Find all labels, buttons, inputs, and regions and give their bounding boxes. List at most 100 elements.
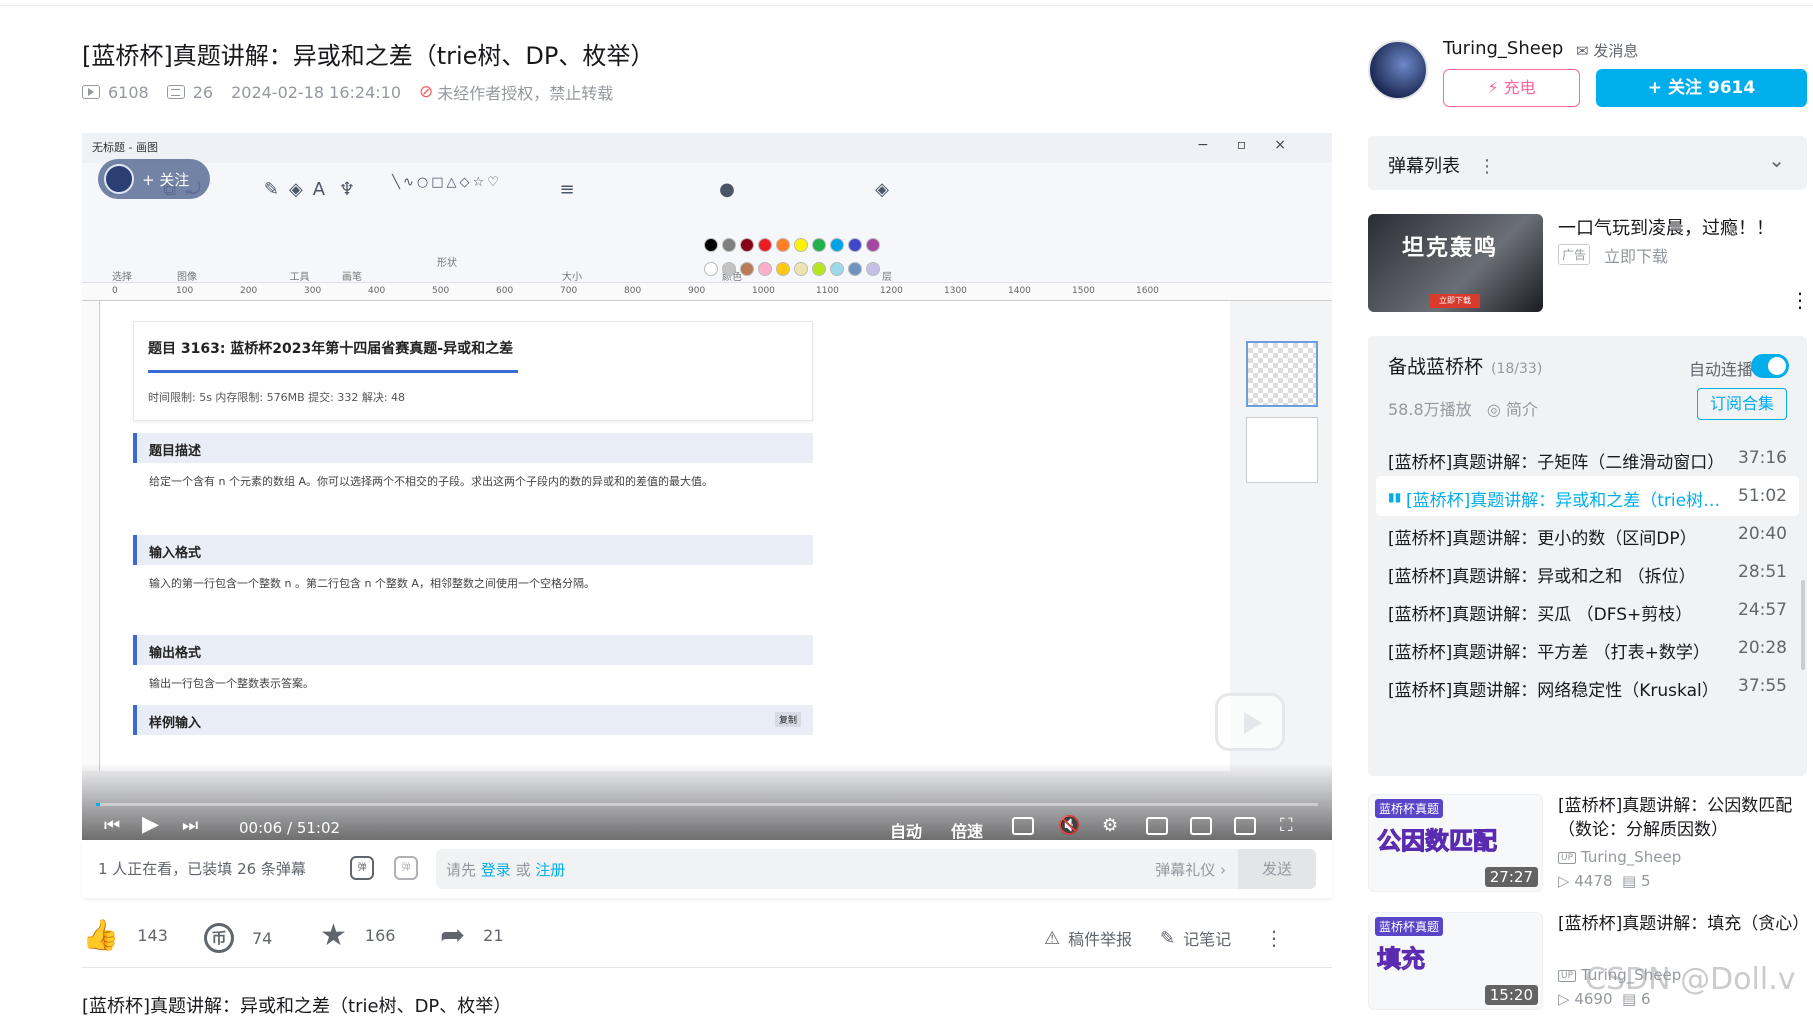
episode-item[interactable]: [蓝桥杯]真题讲解：异或和之和 （拆位） 28:51	[1376, 552, 1799, 592]
recommend-card[interactable]: 蓝桥杯真题 公因数匹配 27:27 [蓝桥杯]真题讲解：公因数匹配（数论：分解质…	[1368, 794, 1807, 904]
ad-thumbnail[interactable]: 坦克轰鸣 立即下载	[1368, 214, 1543, 312]
danmaku-list-panel[interactable]: 弹幕列表 ⋮ ⌄	[1368, 136, 1807, 190]
ad-image-button: 立即下载	[1430, 294, 1480, 308]
notes-button[interactable]: ✎ 记笔记	[1160, 926, 1231, 950]
chevron-down-icon[interactable]: ⌄	[1768, 148, 1785, 172]
danmaku-settings-icon[interactable]: 弹	[394, 856, 418, 880]
ruler-tick: 400	[368, 286, 386, 296]
ruler-tick: 1200	[880, 286, 903, 296]
views-stat: 6108	[82, 83, 149, 102]
ad-download-link[interactable]: 立即下载	[1604, 243, 1668, 267]
color-swatch[interactable]	[848, 262, 862, 276]
uploader-avatar[interactable]	[1368, 40, 1428, 100]
like-button[interactable]: 👍 143	[82, 918, 168, 953]
play-icon[interactable]: ▶	[142, 812, 159, 837]
color-swatch[interactable]	[812, 262, 826, 276]
episode-item[interactable]: [蓝桥杯]真题讲解：平方差 （打表+数学） 20:28	[1376, 628, 1799, 668]
danmaku-switch-icon[interactable]: 弹	[350, 856, 374, 880]
ad-more-icon[interactable]: ⋮	[1790, 288, 1810, 312]
web-fullscreen-icon[interactable]	[1234, 817, 1256, 835]
recommend-uploader[interactable]: UP Turing_Sheep	[1558, 848, 1681, 866]
login-link[interactable]: 登录	[481, 861, 511, 879]
ruler-tick: 0	[112, 286, 118, 296]
play-count-icon	[82, 85, 100, 99]
color-swatch[interactable]	[758, 238, 772, 252]
next-icon[interactable]: ⏭	[182, 815, 198, 836]
color-swatch[interactable]	[866, 238, 880, 252]
collection-stats: 58.8万播放 ◎ 简介	[1388, 396, 1538, 420]
fullscreen-icon[interactable]: ⛶	[1280, 815, 1293, 836]
danmaku-etiquette-link[interactable]: 弹幕礼仪 ›	[1155, 859, 1226, 880]
report-button[interactable]: ⚠ 稿件举报	[1044, 926, 1132, 950]
color-swatch[interactable]	[794, 238, 808, 252]
color-swatch[interactable]	[704, 262, 718, 276]
uploader-name[interactable]: Turing_Sheep	[1443, 38, 1563, 59]
color-swatch[interactable]	[722, 262, 736, 276]
color-swatch[interactable]	[830, 238, 844, 252]
coin-button[interactable]: 币 74	[204, 923, 272, 953]
pip-icon[interactable]	[1146, 817, 1168, 835]
ad-title[interactable]: 一口气玩到凌晨，过瘾！！	[1558, 214, 1774, 240]
publish-date: 2024-02-18 16:24:10	[231, 82, 402, 102]
up-badge-icon: UP	[1558, 969, 1577, 982]
charge-button[interactable]: ⚡ 充电	[1443, 69, 1580, 107]
video-player[interactable]: 无标题 - 画图 −▫× ▭选择 ⧉⤾图像 ✎◈A工具 ♆画笔 ╲∿○□△◇☆♡…	[82, 133, 1332, 840]
recommend-title[interactable]: [蓝桥杯]真题讲解：填充（贪心）	[1558, 912, 1809, 936]
color-swatch[interactable]	[740, 238, 754, 252]
color-swatch[interactable]	[758, 262, 772, 276]
episode-item[interactable]: [蓝桥杯]真题讲解：网络稳定性（Kruskal） 37:55	[1376, 666, 1799, 706]
brush-icon: ♆	[338, 179, 366, 200]
episode-item[interactable]: [蓝桥杯]真题讲解：更小的数（区间DP） 20:40	[1376, 514, 1799, 554]
more-icon[interactable]: ⋮	[1264, 926, 1284, 950]
recommend-thumbnail[interactable]: 蓝桥杯真题 公因数匹配 27:27	[1368, 794, 1543, 892]
collection-intro-link[interactable]: 简介	[1506, 400, 1538, 419]
color-swatch[interactable]	[776, 262, 790, 276]
send-message-link[interactable]: ✉ 发消息	[1576, 40, 1638, 61]
send-button[interactable]: 发送	[1238, 849, 1316, 889]
episode-duration: 37:55	[1738, 676, 1787, 696]
color-swatch[interactable]	[866, 262, 880, 276]
more-options-icon[interactable]: ⋮	[1478, 156, 1496, 177]
color-swatch[interactable]	[740, 262, 754, 276]
color-swatch[interactable]	[830, 262, 844, 276]
ribbon-caption-size: 大小	[562, 272, 582, 283]
episode-item[interactable]: [蓝桥杯]真题讲解：买瓜 （DFS+剪枝） 24:57	[1376, 590, 1799, 630]
copy-sample-button: 复制	[774, 712, 801, 727]
danmaku-input[interactable]: 请先 登录 或 注册 弹幕礼仪 › 发送	[436, 849, 1316, 889]
volume-muted-icon[interactable]: 🔇	[1058, 815, 1080, 836]
share-button[interactable]: ➦ 21	[440, 918, 504, 953]
quality-button[interactable]: 自动	[890, 818, 922, 840]
follow-button[interactable]: + 关注 9614	[1596, 69, 1807, 107]
collection-progress: (18/33)	[1491, 361, 1543, 377]
recommend-thumbnail[interactable]: 蓝桥杯真题 填充 15:20	[1368, 912, 1543, 1010]
ribbon-color-group: ● 颜色	[612, 175, 852, 283]
color-swatch[interactable]	[722, 238, 736, 252]
color-swatch[interactable]	[776, 238, 790, 252]
follow-overlay-button[interactable]: + 关注	[98, 159, 210, 199]
recommend-title[interactable]: [蓝桥杯]真题讲解：公因数匹配（数论：分解质因数）	[1558, 794, 1806, 842]
color-swatch[interactable]	[812, 238, 826, 252]
collection-plays: 58.8万播放	[1388, 400, 1472, 419]
color-swatch[interactable]	[848, 238, 862, 252]
section-sample-input: 样例输入 复制	[133, 705, 813, 735]
section-heading: 输入格式	[133, 535, 813, 565]
settings-icon[interactable]: ⚙	[1102, 815, 1118, 836]
favorite-button[interactable]: ★ 166	[320, 918, 395, 953]
ribbon-size-group: ≡ 大小	[552, 175, 592, 283]
color-swatch[interactable]	[704, 238, 718, 252]
mini-play-icon[interactable]	[1215, 693, 1285, 751]
progress-bar[interactable]	[96, 803, 1318, 806]
collection-scrollbar[interactable]	[1801, 580, 1805, 670]
episode-item[interactable]: [蓝桥杯]真题讲解：子矩阵（二维滑动窗口） 37:16	[1376, 438, 1799, 478]
collection-title[interactable]: 备战蓝桥杯 (18/33)	[1388, 352, 1542, 379]
episode-item[interactable]: ▮▮ [蓝桥杯]真题讲解：异或和之差（trie树、DP、枚举）51:02	[1376, 476, 1799, 516]
autoplay-toggle[interactable]	[1751, 354, 1789, 378]
widescreen-icon[interactable]	[1190, 817, 1212, 835]
warning-icon: ⚠	[1044, 927, 1061, 949]
speed-button[interactable]: 倍速	[951, 818, 983, 840]
register-link[interactable]: 注册	[535, 861, 565, 879]
prev-icon[interactable]: ⏮	[104, 815, 120, 836]
color-swatch[interactable]	[794, 262, 808, 276]
subscribe-collection-button[interactable]: 订阅合集	[1697, 388, 1787, 420]
danmaku-toggle-icon[interactable]	[1012, 817, 1034, 835]
